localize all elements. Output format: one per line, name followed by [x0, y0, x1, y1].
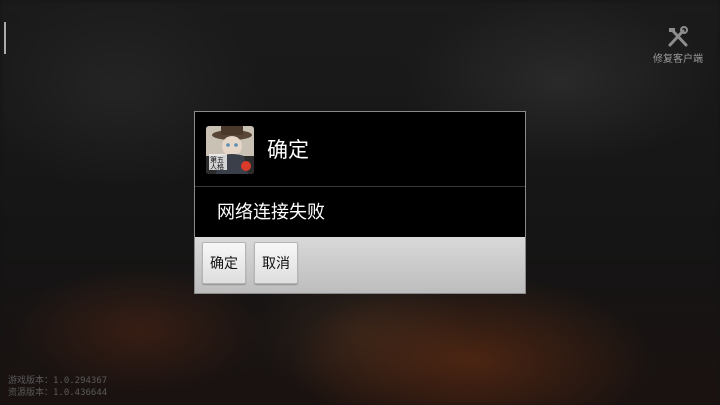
dialog-title: 确定 — [267, 138, 309, 162]
tools-icon — [668, 26, 688, 47]
game-version: 游戏版本：1.0.294367 — [8, 376, 108, 386]
dialog-button-bar: 确定 取消 — [195, 237, 525, 293]
repair-client-label: 修复客户端 — [653, 54, 703, 65]
repair-client-button[interactable]: 修复客户端 — [646, 26, 710, 65]
alert-dialog: 第五 人格 确定 网络连接失败 确定 取消 — [194, 111, 526, 294]
dialog-header: 第五 人格 确定 — [195, 112, 525, 187]
resource-version: 资源版本：1.0.436644 — [8, 388, 108, 398]
app-icon: 第五 人格 — [206, 126, 254, 174]
version-info: 游戏版本：1.0.294367 资源版本：1.0.436644 — [8, 375, 107, 399]
ok-button[interactable]: 确定 — [202, 242, 246, 284]
edge-indicator — [4, 22, 6, 54]
cancel-button[interactable]: 取消 — [254, 242, 298, 284]
dialog-message: 网络连接失败 — [217, 202, 325, 223]
svg-text:人格: 人格 — [210, 162, 224, 171]
